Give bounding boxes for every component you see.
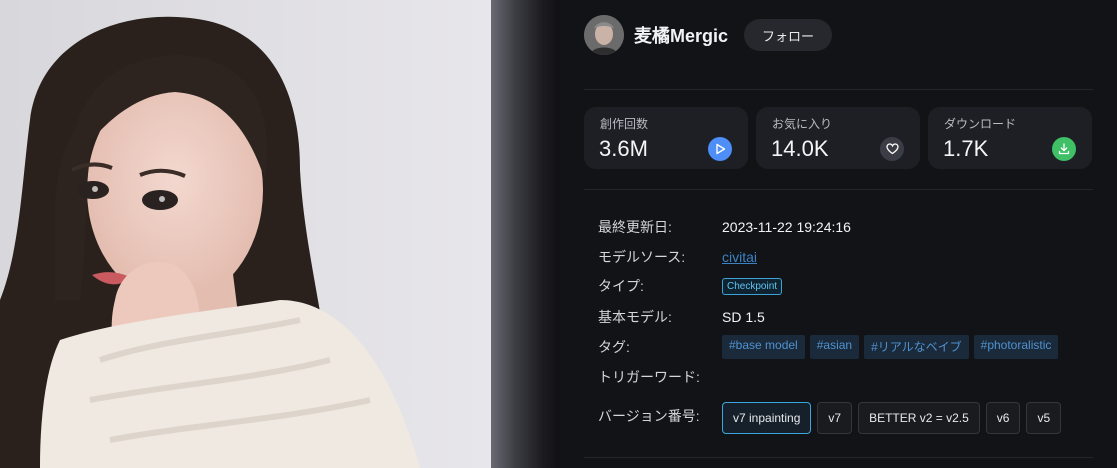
meta-row-versions: バージョン番号: v7 inpainting v7 BETTER v2 = v2… xyxy=(598,402,1062,434)
meta-row-updated: 最終更新日: 2023-11-22 19:24:16 xyxy=(598,217,851,237)
type-badge: Checkpoint xyxy=(722,277,783,295)
stats-row: 創作回数 3.6M お気に入り 14.0K ダウンロード 1.7K xyxy=(584,107,1092,169)
version-label: バージョン番号: xyxy=(598,408,700,424)
model-preview-image[interactable] xyxy=(0,0,491,468)
stat-card-downloads: ダウンロード 1.7K xyxy=(928,107,1092,169)
meta-row-type: タイプ: Checkpoint xyxy=(598,276,783,296)
image-shadow-edge xyxy=(491,0,560,468)
play-icon[interactable] xyxy=(708,137,732,161)
base-model-label: 基本モデル: xyxy=(598,309,672,325)
model-info-panel: 麦橘Mergic フォロー 創作回数 3.6M お気に入り 14.0K ダウンロ… xyxy=(560,0,1117,468)
version-button[interactable]: v5 xyxy=(1026,402,1062,434)
tag-chip[interactable]: #base model xyxy=(722,335,805,359)
stat-value: 14.0K xyxy=(771,136,829,161)
stat-label: 創作回数 xyxy=(600,117,649,131)
tag-chip[interactable]: #photoralistic xyxy=(973,335,1059,359)
stat-card-generations: 創作回数 3.6M xyxy=(584,107,748,169)
author-row: 麦橘Mergic フォロー xyxy=(584,14,833,56)
meta-row-base-model: 基本モデル: SD 1.5 xyxy=(598,307,765,327)
portrait-illustration xyxy=(0,0,491,468)
version-button[interactable]: v6 xyxy=(985,402,1021,434)
source-link[interactable]: civitai xyxy=(722,249,757,265)
trigger-words-label: トリガーワード: xyxy=(598,369,700,385)
divider-middle xyxy=(584,189,1093,190)
divider-top xyxy=(584,89,1093,90)
source-label: モデルソース: xyxy=(598,249,686,265)
avatar-image xyxy=(584,15,624,55)
version-button[interactable]: BETTER v2 = v2.5 xyxy=(858,402,980,434)
heart-icon[interactable] xyxy=(880,137,904,161)
divider-bottom xyxy=(584,457,1093,458)
stat-label: お気に入り xyxy=(772,117,833,131)
base-model-value: SD 1.5 xyxy=(722,309,765,325)
tags-label: タグ: xyxy=(598,339,630,355)
type-label: タイプ: xyxy=(598,278,644,294)
meta-row-trigger: トリガーワード: xyxy=(598,367,722,387)
version-button-selected[interactable]: v7 inpainting xyxy=(722,402,812,434)
meta-row-source: モデルソース: civitai xyxy=(598,247,757,267)
stat-value: 3.6M xyxy=(599,136,648,161)
version-list: v7 inpainting v7 BETTER v2 = v2.5 v6 v5 xyxy=(722,402,1062,434)
updated-label: 最終更新日: xyxy=(598,219,672,235)
stat-value: 1.7K xyxy=(943,136,989,161)
stat-label: ダウンロード xyxy=(944,117,1017,131)
stat-card-favorites: お気に入り 14.0K xyxy=(756,107,920,169)
meta-row-tags: タグ: #base model #asian #リアルなベイブ #photora… xyxy=(598,335,1059,359)
tag-chip[interactable]: #リアルなベイブ xyxy=(864,335,969,359)
tag-chip[interactable]: #asian xyxy=(809,335,860,359)
download-icon[interactable] xyxy=(1052,137,1076,161)
tag-list: #base model #asian #リアルなベイブ #photoralist… xyxy=(722,335,1059,359)
follow-button[interactable]: フォロー xyxy=(744,19,833,51)
author-name[interactable]: 麦橘Mergic xyxy=(634,22,728,48)
updated-value: 2023-11-22 19:24:16 xyxy=(722,219,851,235)
author-avatar[interactable] xyxy=(584,15,624,55)
version-button[interactable]: v7 xyxy=(817,402,853,434)
